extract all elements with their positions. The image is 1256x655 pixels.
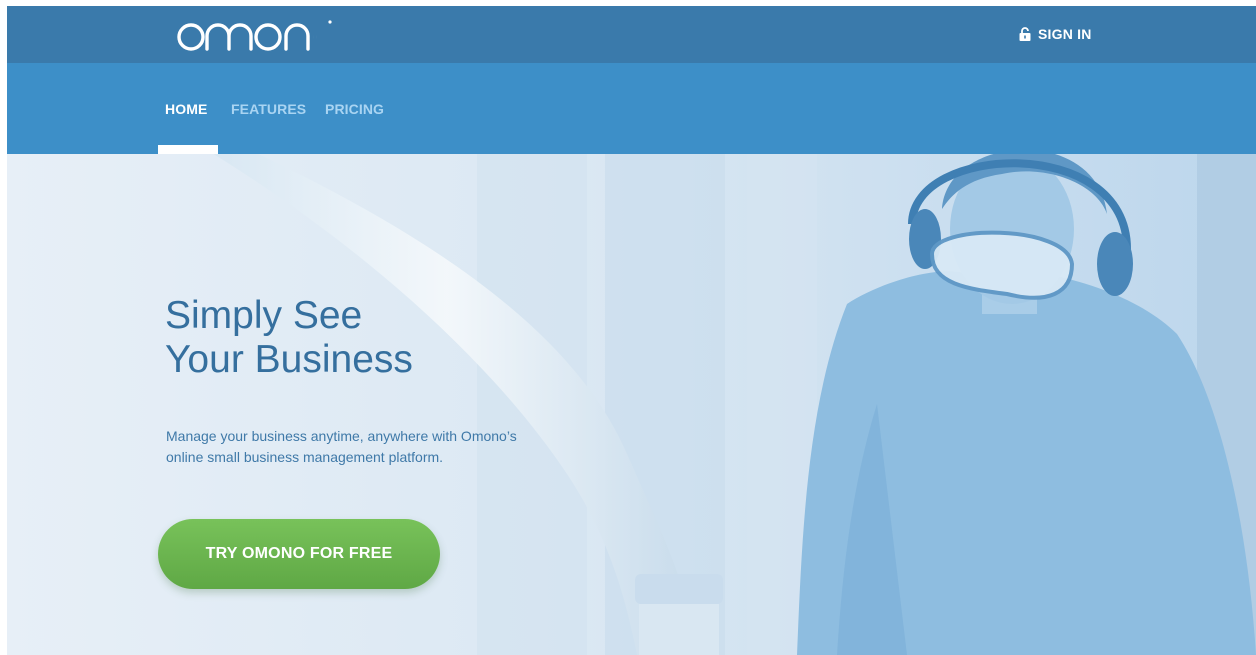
nav-item-features[interactable]: FEATURES (231, 101, 306, 117)
lock-icon (1019, 27, 1031, 41)
sign-in-label: SIGN IN (1038, 26, 1092, 42)
headline-line-1: Simply See (165, 294, 363, 337)
subtext-line-2: online small business management platfor… (166, 449, 444, 465)
hero-subtext: Manage your business anytime, anywhere w… (166, 426, 546, 468)
main-nav: HOME FEATURES PRICING (7, 63, 1256, 154)
hero-section: Simply See Your Business Manage your bus… (7, 154, 1256, 655)
subtext-line-1: Manage your business anytime, anywhere w… (166, 428, 517, 444)
hero-headline: Simply See Your Business (165, 294, 585, 382)
page: omono SIGN IN HOME FEATURES PRICING (7, 6, 1256, 655)
sign-in-link[interactable]: SIGN IN (1019, 24, 1092, 44)
omono-logo[interactable]: omono (167, 14, 337, 54)
top-bar: omono SIGN IN (7, 6, 1256, 63)
nav-item-home[interactable]: HOME (165, 101, 207, 117)
active-tab-indicator (158, 145, 218, 154)
try-free-button[interactable]: TRY OMONO FOR FREE (158, 519, 440, 589)
nav-item-pricing[interactable]: PRICING (325, 101, 384, 117)
headline-line-2: Your Business (165, 338, 413, 381)
